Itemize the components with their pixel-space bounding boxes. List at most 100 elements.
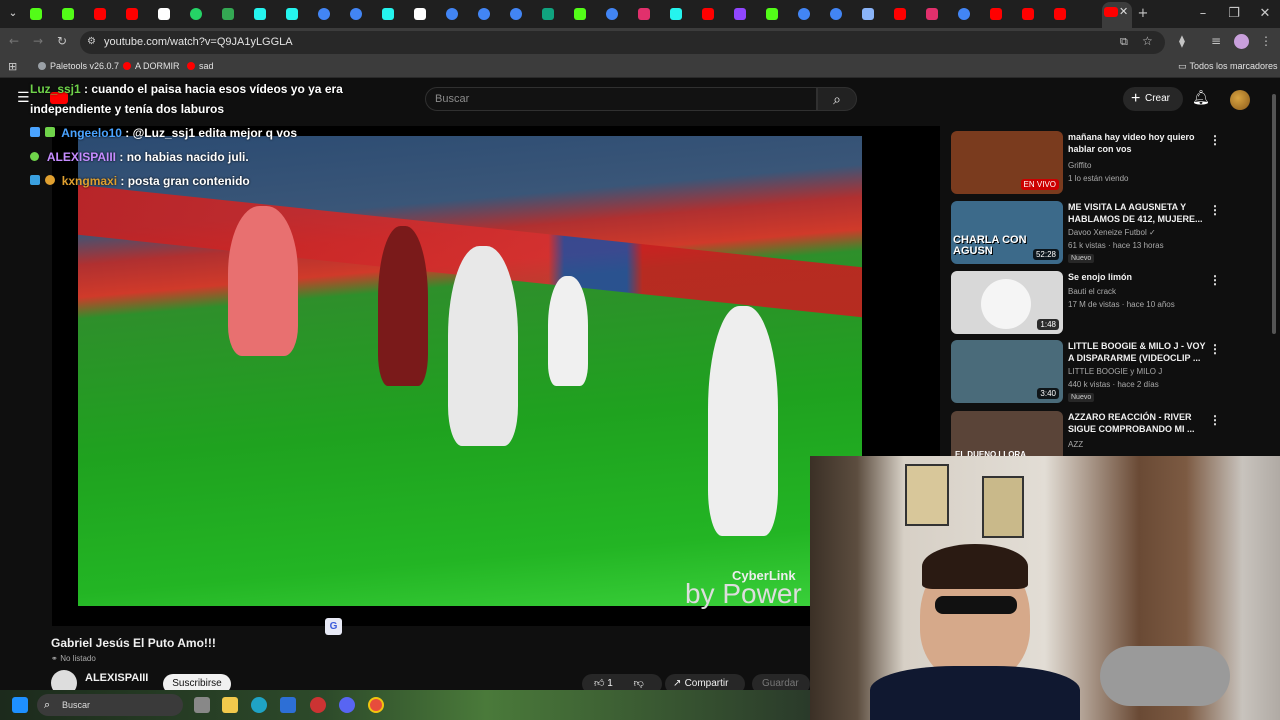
translate-icon[interactable]: G [325, 618, 342, 635]
address-bar[interactable]: ⚙ youtube.com/watch?v=Q9JA1yLGGLA ⧉ ☆ [80, 31, 1165, 54]
youtube-icon[interactable] [990, 8, 1002, 20]
create-button[interactable]: + Crear [1123, 87, 1183, 111]
twitch-icon[interactable] [734, 8, 746, 20]
youtube-icon[interactable] [94, 8, 106, 20]
more-options-icon[interactable]: ⋮ [1209, 413, 1221, 427]
game-icon[interactable] [310, 697, 326, 713]
bookmark-paletools[interactable]: Paletools v26.0.7 [38, 61, 119, 71]
video-thumbnail[interactable]: CHARLA CON AGUSN 52:28 [951, 201, 1063, 264]
google-icon[interactable] [958, 8, 970, 20]
all-bookmarks[interactable]: ▭ Todos los marcadores [1178, 61, 1278, 72]
instagram-icon[interactable] [638, 8, 650, 20]
kick-icon[interactable] [30, 8, 42, 20]
video-thumbnail[interactable]: EN VIVO [951, 131, 1063, 194]
recommendation-item[interactable]: 3:40 LITTLE BOOGIE & MILO J - VOY A DISP… [951, 340, 1251, 406]
google-icon[interactable] [798, 8, 810, 20]
google-icon[interactable] [318, 8, 330, 20]
youtube-icon[interactable] [1054, 8, 1066, 20]
chrome-icon[interactable] [368, 697, 384, 713]
recommendation-title[interactable]: ME VISITA LA AGUSNETA Y HABLAMOS DE 412,… [1068, 201, 1206, 225]
channel-name[interactable]: ALEXISPAIII [85, 672, 148, 684]
recommendation-channel[interactable]: Griffito [1068, 161, 1091, 170]
recommendation-item[interactable]: 1:48 Se enojo limón Bauti el crack 17 M … [951, 271, 1251, 337]
google-icon[interactable] [606, 8, 618, 20]
google-icon[interactable] [830, 8, 842, 20]
back-button[interactable]: ← [6, 34, 22, 48]
page-scrollbar[interactable] [1272, 94, 1276, 334]
tiktok-icon[interactable] [382, 8, 394, 20]
minimize-button[interactable]: – [1193, 6, 1213, 21]
recommendation-item[interactable]: EN VIVO mañana hay video hoy quiero habl… [951, 131, 1251, 197]
youtube-icon[interactable] [894, 8, 906, 20]
task-view-icon[interactable] [194, 697, 210, 713]
recommendation-item[interactable]: CHARLA CON AGUSN 52:28 ME VISITA LA AGUS… [951, 201, 1251, 267]
windows-start-icon[interactable] [12, 697, 28, 713]
video-thumbnail[interactable]: 1:48 [951, 271, 1063, 334]
search-input[interactable]: Buscar [425, 87, 817, 111]
recommendation-title[interactable]: mañana hay video hoy quiero hablar con v… [1068, 131, 1206, 155]
hamburger-menu-icon[interactable]: ☰ [17, 90, 30, 106]
more-options-icon[interactable]: ⋮ [1209, 342, 1221, 356]
x-icon[interactable] [158, 8, 170, 20]
gemini-icon[interactable] [862, 8, 874, 20]
more-options-icon[interactable]: ⋮ [1209, 273, 1221, 287]
instagram-icon[interactable] [926, 8, 938, 20]
recommendation-channel[interactable]: Bauti el crack [1068, 287, 1116, 296]
media-icon[interactable]: ≡ [1208, 34, 1224, 48]
notifications-bell-icon[interactable]: 🔔︎ [1192, 90, 1210, 106]
apps-grid-icon[interactable]: ⊞ [8, 60, 17, 73]
video-thumbnail[interactable]: 3:40 [951, 340, 1063, 403]
kick-icon[interactable] [574, 8, 586, 20]
recommendation-channel[interactable]: LITTLE BOOGIE y MILO J [1068, 367, 1162, 376]
bookmark-a-dormir[interactable]: A DORMIR [123, 61, 180, 71]
site-info-icon[interactable]: ⚙ [87, 36, 96, 47]
kick-icon[interactable] [766, 8, 778, 20]
google-icon[interactable] [510, 8, 522, 20]
account-avatar[interactable] [1230, 90, 1250, 110]
youtube-icon[interactable] [126, 8, 138, 20]
close-window-button[interactable]: ✕ [1255, 6, 1275, 21]
more-options-icon[interactable]: ⋮ [1209, 133, 1221, 147]
tiktok-icon[interactable] [670, 8, 682, 20]
tiktok-icon[interactable] [254, 8, 266, 20]
google-icon[interactable] [446, 8, 458, 20]
file-explorer-icon[interactable] [222, 697, 238, 713]
more-options-icon[interactable]: ⋮ [1209, 203, 1221, 217]
taskbar-search[interactable]: ⌕ Buscar [37, 694, 183, 716]
tiktok-icon[interactable] [286, 8, 298, 20]
maximize-button[interactable]: ❐ [1224, 6, 1244, 21]
recommendation-title[interactable]: AZZARO REACCIÓN - RIVER SIGUE COMPROBAND… [1068, 411, 1206, 435]
recommendation-channel[interactable]: Davoo Xeneize Futbol ✓ [1068, 228, 1156, 237]
chrome-menu-icon[interactable]: ⋮ [1258, 34, 1274, 48]
tab-search-icon[interactable]: ⌄ [5, 6, 21, 22]
edge-icon[interactable] [251, 697, 267, 713]
search-button[interactable]: ⌕ [817, 87, 857, 111]
extensions-icon[interactable]: ⧫ [1174, 34, 1190, 48]
install-app-icon[interactable]: ⧉ [1120, 35, 1128, 49]
chatgpt-icon[interactable] [542, 8, 554, 20]
new-tab-button[interactable]: + [1133, 6, 1153, 21]
bookmark-sad[interactable]: sad [187, 61, 214, 71]
dislike-button[interactable]: 👎︎ [634, 678, 644, 689]
recommendation-title[interactable]: Se enojo limón [1068, 271, 1206, 283]
google-icon[interactable] [478, 8, 490, 20]
recommendation-channel[interactable]: AZZ [1068, 440, 1083, 449]
x-icon[interactable] [414, 8, 426, 20]
youtube-icon[interactable] [702, 8, 714, 20]
profile-avatar[interactable] [1234, 34, 1249, 49]
kick-icon[interactable] [62, 8, 74, 20]
discord-icon[interactable] [339, 697, 355, 713]
close-tab-icon[interactable]: ✕ [1119, 5, 1128, 18]
url-text[interactable]: youtube.com/watch?v=Q9JA1yLGGLA [104, 36, 293, 48]
google-icon[interactable] [350, 8, 362, 20]
whatsapp-icon[interactable] [190, 8, 202, 20]
active-tab[interactable]: ✕ [1102, 2, 1132, 28]
store-icon[interactable] [280, 697, 296, 713]
reload-button[interactable]: ↻ [54, 34, 70, 48]
forward-button[interactable]: → [30, 34, 46, 48]
like-button[interactable]: 👍︎ 1 [594, 678, 613, 689]
extension-icon[interactable] [222, 8, 234, 20]
recommendation-title[interactable]: LITTLE BOOGIE & MILO J - VOY A DISPARARM… [1068, 340, 1206, 364]
video-player[interactable]: CyberLink by Power [52, 126, 940, 626]
youtube-icon[interactable] [1022, 8, 1034, 20]
